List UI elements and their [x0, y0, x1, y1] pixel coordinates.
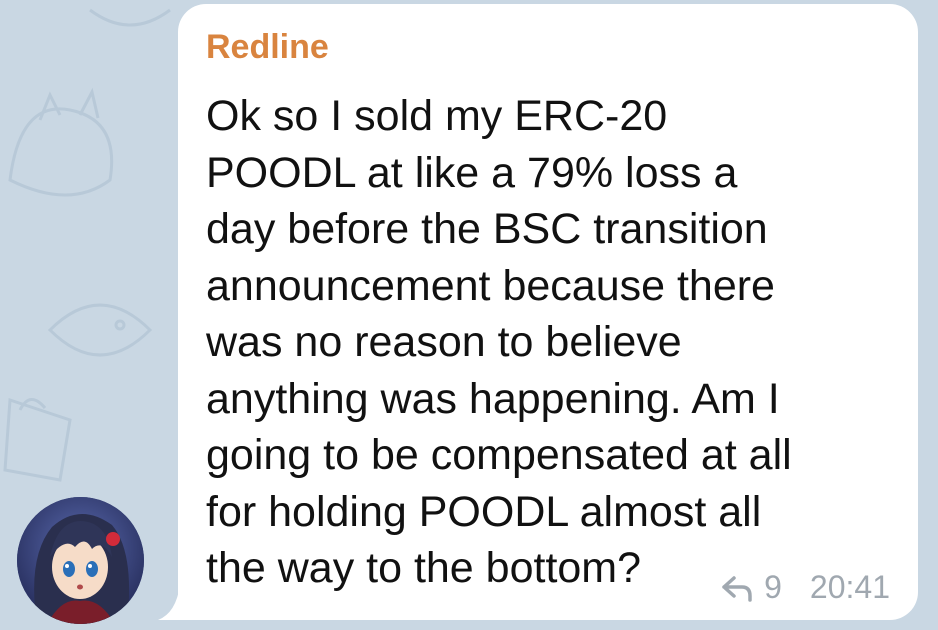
message-time: 20:41	[809, 569, 890, 605]
replies-count[interactable]: 9	[764, 569, 782, 606]
message-text: Ok so I sold my ERC-20 POODL at like a 7…	[206, 92, 792, 592]
reply-arrow-icon[interactable]	[720, 574, 754, 602]
wallpaper-doodle-icon	[3, 397, 72, 482]
anime-avatar-icon	[17, 497, 144, 624]
wallpaper-doodle-icon	[47, 303, 153, 357]
wallpaper-doodle-icon	[89, 8, 171, 27]
sender-name[interactable]: Redline	[206, 28, 329, 67]
message-meta: 9 20:41	[720, 569, 890, 606]
wallpaper-doodle-icon	[8, 87, 114, 197]
avatar[interactable]	[17, 497, 144, 624]
message-bubble[interactable]: Redline Ok so I sold my ERC-20 POODL at …	[178, 4, 918, 620]
